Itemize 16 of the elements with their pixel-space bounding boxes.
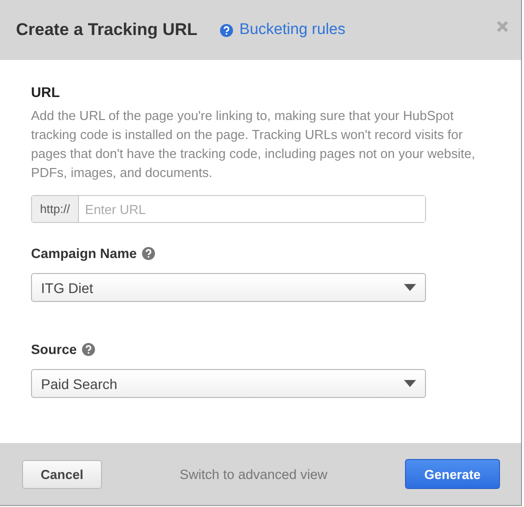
url-input-field[interactable]: http:// Enter URL — [31, 195, 426, 223]
dropdown[interactable]: ITG Diet — [31, 273, 426, 302]
help-icon[interactable] — [142, 247, 155, 260]
field-label: Source — [31, 342, 77, 357]
help-icon[interactable] — [82, 343, 95, 356]
help-icon — [220, 24, 234, 36]
caret-icon — [404, 380, 416, 388]
dropdown[interactable]: Paid Search — [31, 369, 426, 398]
url-prefix: http:// — [32, 196, 80, 222]
cancel-button[interactable]: Cancel — [22, 460, 102, 488]
field-label: URL — [31, 84, 61, 100]
dialog-title: Create a Tracking URL — [16, 20, 198, 40]
field-description: Add the URL of the page you're linking to, making sure that your HubSpot tracking code is installed on the page. Tracking URLs won't record visits for pages that don't have the tracking code, including pages not on your website, PDFs, images, and documents. — [31, 107, 476, 182]
field-label: Campaign Name — [31, 246, 137, 261]
generate-button[interactable]: Generate — [404, 459, 500, 489]
caret-icon — [404, 284, 416, 292]
